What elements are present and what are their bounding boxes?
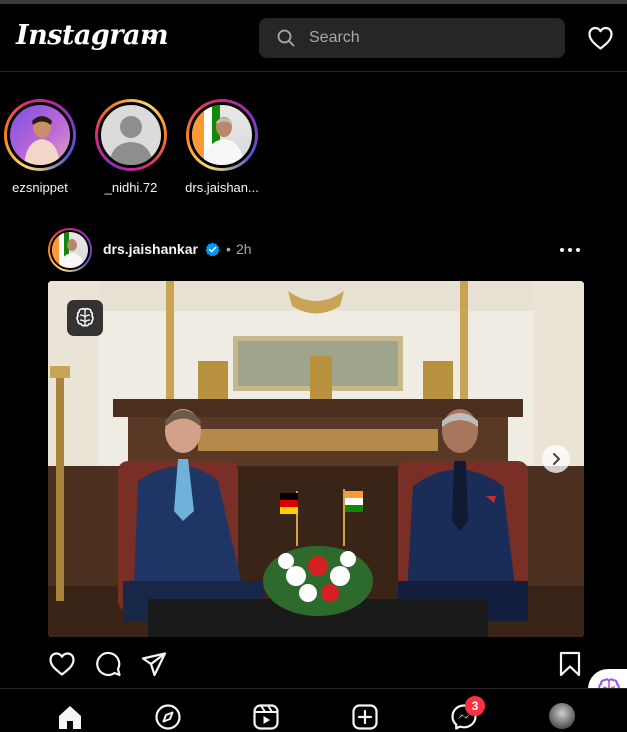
post-timestamp[interactable]: 2h <box>236 241 252 257</box>
more-options-icon[interactable] <box>558 240 582 260</box>
story-ring <box>95 99 167 171</box>
explore-icon[interactable] <box>154 703 182 731</box>
ai-info-button[interactable] <box>67 300 103 336</box>
search-input[interactable]: Search <box>259 18 565 58</box>
create-icon[interactable] <box>351 703 379 731</box>
post-username[interactable]: drs.jaishankar <box>103 241 198 257</box>
person-photo-icon <box>52 232 84 268</box>
story-avatar <box>98 102 164 168</box>
story-username: ezsnippet <box>12 180 68 195</box>
story-username: _nidhi.72 <box>104 180 158 195</box>
story-item[interactable]: _nidhi.72 <box>86 95 176 205</box>
next-slide-button[interactable] <box>542 445 570 473</box>
post-avatar[interactable] <box>48 228 92 272</box>
post-image[interactable] <box>48 281 584 637</box>
chevron-right-icon <box>553 453 560 465</box>
story-item[interactable]: drs.jaishan... <box>177 95 267 205</box>
stories-tray: ezsnippet _nidhi.72 drs.jaishan... <box>0 95 627 205</box>
person-photo-icon <box>24 116 60 165</box>
person-photo-icon <box>192 105 244 165</box>
story-username: drs.jaishan... <box>185 180 259 195</box>
ai-brain-icon <box>76 307 94 327</box>
default-avatar-icon <box>109 116 153 165</box>
story-avatar <box>189 102 255 168</box>
like-heart-icon[interactable] <box>48 650 76 678</box>
story-ring <box>4 99 76 171</box>
search-placeholder: Search <box>309 29 360 46</box>
story-avatar <box>7 102 73 168</box>
search-icon <box>277 29 295 47</box>
profile-avatar[interactable] <box>549 703 575 729</box>
messages-badge: 3 <box>465 696 485 716</box>
post-actions <box>48 650 584 680</box>
post-avatar-image <box>50 230 90 270</box>
notifications-heart-icon[interactable] <box>587 25 614 51</box>
bottom-navigation <box>0 688 627 732</box>
home-icon[interactable] <box>56 703 84 731</box>
save-bookmark-icon[interactable] <box>556 650 584 678</box>
story-item[interactable]: ezsnippet <box>0 95 85 205</box>
chevron-down-icon[interactable] <box>142 28 158 44</box>
post-header: drs.jaishankar • 2h <box>48 228 588 272</box>
reels-icon[interactable] <box>252 703 280 731</box>
verified-badge-icon <box>205 242 220 257</box>
comment-icon[interactable] <box>94 650 122 678</box>
separator-dot: • <box>226 241 231 257</box>
story-ring <box>186 99 258 171</box>
top-header: Instagram Search <box>0 4 627 72</box>
post-photo-illustration <box>48 281 584 637</box>
share-send-icon[interactable] <box>140 650 168 678</box>
